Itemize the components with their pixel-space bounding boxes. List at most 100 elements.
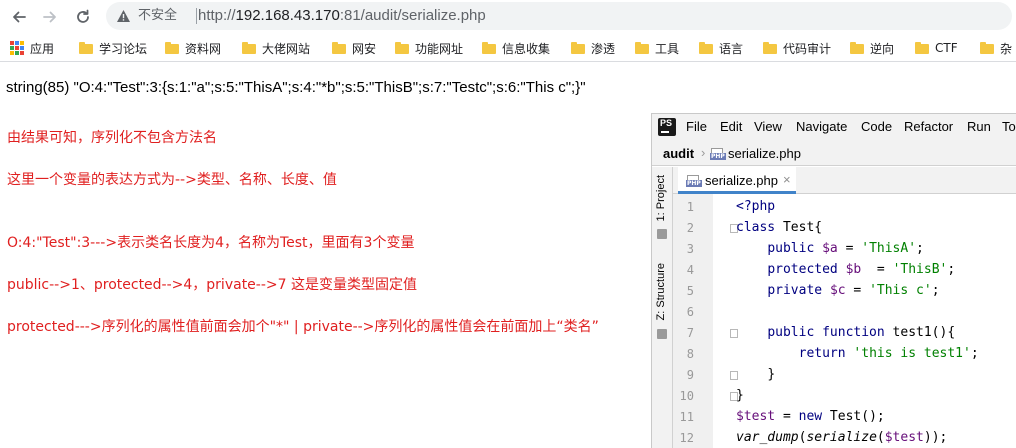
- line-number: 4: [686, 263, 694, 277]
- tool-tab-project[interactable]: 1: Project: [655, 175, 667, 221]
- menu-file[interactable]: File: [686, 119, 707, 134]
- folder-icon: [980, 42, 994, 54]
- bookmark-folder[interactable]: 资料网: [165, 39, 221, 57]
- bookmark-label: 渗透: [591, 41, 616, 56]
- code-string: 'This c': [869, 283, 932, 298]
- bookmark-label: 工具: [655, 41, 680, 56]
- code-string: 'ThisB': [892, 262, 948, 277]
- bookmark-label: 信息收集: [502, 41, 551, 56]
- menu-view[interactable]: View: [754, 119, 782, 134]
- ide-navigation-bar: audit › PHP serialize.php: [652, 140, 1016, 166]
- address-divider: [196, 8, 197, 24]
- breadcrumb-file[interactable]: serialize.php: [728, 146, 801, 161]
- code-line[interactable]: return 'this is test1';: [736, 346, 979, 361]
- code-line[interactable]: public function test1(){: [736, 325, 955, 340]
- bookmark-folder[interactable]: CTF: [915, 39, 958, 57]
- code-string: 'ThisA': [861, 241, 917, 256]
- back-button[interactable]: [8, 6, 30, 28]
- breadcrumb-project[interactable]: audit: [663, 146, 694, 161]
- url-path: :81/audit/serialize.php: [339, 7, 486, 24]
- bookmark-folder[interactable]: 功能网址: [395, 39, 463, 57]
- url-host: 192.168.43.170: [235, 7, 340, 24]
- bookmark-folder[interactable]: 网安: [332, 39, 376, 57]
- bookmark-folder[interactable]: 工具: [635, 39, 679, 57]
- menu-run[interactable]: Run: [967, 119, 991, 134]
- editor-tab-serialize[interactable]: PHP serialize.php ×: [678, 167, 796, 194]
- menu-refactor[interactable]: Refactor: [904, 119, 953, 134]
- folder-icon: [635, 42, 649, 54]
- editor-tab-bar: PHP serialize.php ×: [673, 167, 1016, 194]
- code-line[interactable]: }: [736, 388, 744, 403]
- code-text: test1(){: [884, 325, 956, 340]
- code-text: ));: [923, 430, 948, 445]
- menu-edit[interactable]: Edit: [720, 119, 742, 134]
- close-tab-icon[interactable]: ×: [783, 172, 791, 187]
- note-line: protected--->序列化的属性值前面会加个"*" | private--…: [7, 319, 599, 335]
- code-keyword: protected: [767, 262, 838, 277]
- code-text: (: [876, 430, 885, 445]
- code-text: =: [845, 283, 870, 298]
- address-bar[interactable]: 不安全 http://192.168.43.170:81/audit/seria…: [106, 2, 1012, 30]
- folder-icon: [850, 42, 864, 54]
- bookmark-folder[interactable]: 逆向: [850, 39, 894, 57]
- bookmark-folder[interactable]: 代码审计: [763, 39, 831, 57]
- code-keyword: private: [767, 283, 823, 298]
- note-line: O:4:"Test":3--->表示类名长度为4，名称为Test，里面有3个变量: [7, 235, 415, 251]
- bookmark-apps[interactable]: 应用: [10, 39, 54, 57]
- forward-arrow-icon: [43, 11, 56, 23]
- folder-icon: [79, 42, 93, 54]
- structure-tool-icon: [657, 329, 667, 339]
- folder-icon: [242, 42, 256, 54]
- forward-button[interactable]: [39, 6, 61, 28]
- menu-tools[interactable]: To: [1002, 119, 1016, 134]
- reload-button[interactable]: [72, 6, 94, 28]
- line-number: 11: [679, 410, 694, 424]
- menu-code[interactable]: Code: [861, 119, 892, 134]
- php-file-icon: PHP: [710, 148, 726, 160]
- ide-window: PS File Edit View Navigate Code Refactor…: [651, 113, 1016, 448]
- code-line[interactable]: private $c = 'This c';: [736, 283, 940, 298]
- warning-triangle-icon: [117, 10, 130, 22]
- bookmark-folder[interactable]: 大佬网站: [242, 39, 310, 57]
- line-number: 1: [686, 200, 694, 214]
- project-tool-icon: [657, 229, 667, 239]
- line-number: 10: [679, 389, 694, 403]
- line-number: 2: [686, 221, 694, 235]
- folder-icon: [482, 42, 496, 54]
- note-line: 这里一个变量的表达方式为-->类型、名称、长度、值: [7, 172, 337, 188]
- menu-navigate[interactable]: Navigate: [796, 119, 847, 134]
- code-text: ;: [931, 283, 940, 298]
- code-line[interactable]: <?php: [736, 199, 775, 214]
- code-keyword: new: [798, 409, 823, 424]
- code-function: serialize: [806, 430, 877, 445]
- bookmark-folder[interactable]: 杂: [980, 39, 1012, 57]
- note-line: 由结果可知，序列化不包含方法名: [7, 130, 217, 146]
- folder-icon: [165, 42, 179, 54]
- line-number: 7: [686, 326, 694, 340]
- code-text: =: [861, 262, 893, 277]
- line-number: 5: [686, 284, 694, 298]
- code-text: Test{: [775, 220, 823, 235]
- bookmark-folder[interactable]: 语言: [699, 39, 743, 57]
- code-variable: $a: [822, 241, 838, 256]
- code-line[interactable]: public $a = 'ThisA';: [736, 241, 924, 256]
- security-status-label[interactable]: 不安全: [138, 8, 177, 24]
- bookmark-folder[interactable]: 信息收集: [482, 39, 550, 57]
- code-text: }: [767, 367, 776, 382]
- tool-tab-structure[interactable]: Z: Structure: [655, 263, 667, 320]
- url-text[interactable]: http://192.168.43.170:81/audit/serialize…: [198, 7, 486, 25]
- code-line[interactable]: class Test{: [736, 220, 822, 235]
- bookmark-folder[interactable]: 学习论坛: [79, 39, 147, 57]
- code-line[interactable]: protected $b = 'ThisB';: [736, 262, 955, 277]
- folder-icon: [699, 42, 713, 54]
- apps-grid-icon: [10, 41, 24, 55]
- bookmark-folder[interactable]: 渗透: [571, 39, 615, 57]
- code-line[interactable]: $test = new Test();: [736, 409, 885, 424]
- code-keyword: public: [767, 241, 815, 256]
- url-scheme: http://: [198, 7, 236, 24]
- code-line[interactable]: var_dump(serialize($test));: [736, 430, 947, 445]
- code-line[interactable]: }: [736, 367, 775, 382]
- browser-toolbar: 不安全 http://192.168.43.170:81/audit/seria…: [0, 0, 1016, 34]
- folder-icon: [763, 42, 777, 54]
- line-number: 12: [679, 431, 694, 445]
